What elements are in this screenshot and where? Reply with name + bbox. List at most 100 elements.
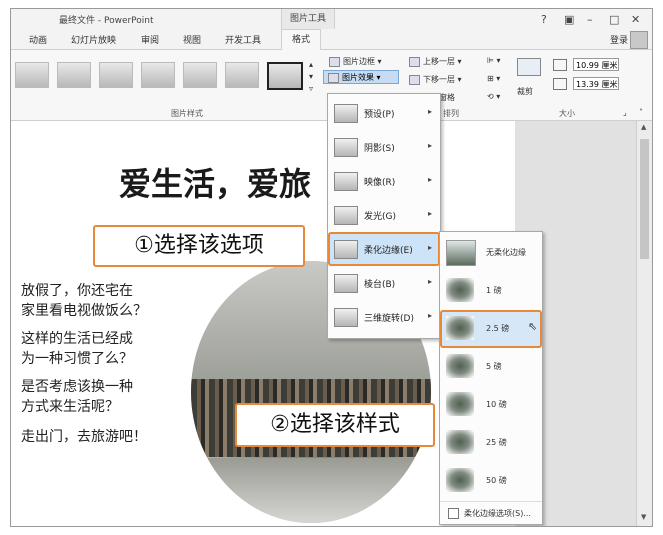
soft-edges-icon [334, 240, 358, 259]
size-dialog-launcher-icon[interactable]: ⌟ [623, 108, 627, 117]
picture-effects-menu: 预设(P) ▸ 阴影(S) ▸ 映像(R) ▸ 发光(G) ▸ 柔化边缘(E) … [327, 93, 441, 339]
slide-text-block-4[interactable]: 走出门，去旅游吧！ [21, 427, 147, 447]
width-input[interactable]: 13.39 厘米 [573, 77, 619, 90]
soft-edge-option-1pt[interactable]: 1 磅 [440, 272, 542, 310]
menu-item-reflection[interactable]: 映像(R) ▸ [328, 164, 440, 198]
menu-item-glow[interactable]: 发光(G) ▸ [328, 198, 440, 232]
vertical-scrollbar[interactable]: ▲ ▼ [636, 121, 652, 526]
rotate-icon[interactable]: ⟲ ▾ [487, 92, 500, 101]
powerpoint-window: 最终文件 - PowerPoint 图片工具 ? ▣ – □ ✕ 动画 幻灯片放… [10, 8, 653, 527]
maximize-button[interactable]: □ [609, 13, 619, 26]
ribbon-tabs: 动画 幻灯片放映 审阅 视图 开发工具 格式 登录 [11, 29, 652, 51]
menu-item-bevel[interactable]: 棱台(B) ▸ [328, 266, 440, 300]
soft-edge-option-50pt[interactable]: 50 磅 [440, 462, 542, 500]
preset-icon [334, 104, 358, 123]
soft-edge-preview [446, 278, 474, 302]
app-title: 最终文件 - PowerPoint [59, 16, 154, 26]
scroll-up-icon[interactable]: ▲ [641, 123, 646, 131]
tab-format[interactable]: 格式 [281, 29, 322, 51]
picture-style-thumb-selected[interactable] [267, 62, 303, 90]
crop-icon [517, 58, 541, 76]
size-group-label: 大小 [559, 109, 575, 118]
soft-edge-option-5pt[interactable]: 5 磅 [440, 348, 542, 386]
soft-edge-option-10pt[interactable]: 10 磅 [440, 386, 542, 424]
soft-edge-preview [446, 354, 474, 378]
help-button[interactable]: ? [541, 13, 547, 26]
send-backward-icon [409, 74, 420, 85]
ribbon-display-button[interactable]: ▣ [564, 13, 574, 26]
picture-style-thumb[interactable] [141, 62, 175, 88]
chevron-right-icon: ▸ [427, 311, 432, 320]
slide-text-block-2[interactable]: 这样的生活已经成 为一种习惯了么？ [21, 329, 133, 369]
callout-step1: ①选择该选项 [93, 225, 305, 267]
tab-slideshow[interactable]: 幻灯片放映 [71, 33, 116, 46]
picture-border-icon [329, 56, 340, 67]
title-bar: 最终文件 - PowerPoint 图片工具 ? ▣ – □ ✕ [11, 9, 652, 29]
selection-pane-button[interactable]: 窗格 [439, 92, 455, 103]
picture-effects-button[interactable]: 图片效果 ▾ [323, 70, 399, 84]
scroll-down-icon[interactable]: ▼ [641, 513, 646, 521]
gallery-scroll-down-icon[interactable]: ▾ [309, 72, 313, 81]
soft-edge-preview [446, 392, 474, 416]
shadow-icon [334, 138, 358, 157]
gallery-scroll-up-icon[interactable]: ▴ [309, 60, 313, 69]
bevel-icon [334, 274, 358, 293]
chevron-right-icon: ▸ [427, 141, 432, 150]
reflection-icon [334, 172, 358, 191]
chevron-right-icon: ▸ [427, 175, 432, 184]
gallery-more-icon[interactable]: ▿ [309, 84, 313, 93]
soft-edge-preview [446, 316, 474, 340]
picture-styles-group-label: 图片样式 [171, 109, 203, 118]
picture-style-thumb[interactable] [183, 62, 217, 88]
login-link[interactable]: 登录 [610, 33, 628, 46]
bring-forward-icon [409, 56, 420, 67]
picture-style-thumb[interactable] [225, 62, 259, 88]
tab-review[interactable]: 审阅 [141, 33, 159, 46]
picture-style-thumb[interactable] [99, 62, 133, 88]
chevron-right-icon: ▸ [427, 107, 432, 116]
tab-animations[interactable]: 动画 [29, 33, 47, 46]
picture-styles-gallery: ▴ ▾ ▿ [11, 56, 317, 96]
crop-button[interactable]: 裁剪 [517, 86, 533, 97]
soft-edge-preview [446, 240, 476, 266]
picture-style-thumb[interactable] [57, 62, 91, 88]
picture-effects-icon [328, 72, 339, 83]
tab-developer[interactable]: 开发工具 [225, 33, 261, 46]
scroll-thumb[interactable] [640, 139, 649, 259]
soft-edge-preview [446, 430, 474, 454]
menu-item-soft-edges[interactable]: 柔化边缘(E) ▸ [328, 232, 440, 266]
soft-edge-options-icon [448, 508, 459, 519]
align-icon[interactable]: ⊫ ▾ [487, 56, 501, 65]
picture-tools-context-label: 图片工具 [281, 9, 335, 29]
height-icon [553, 59, 567, 71]
picture-border-button[interactable]: 图片边框 ▾ [329, 56, 382, 67]
slide-text-block-1[interactable]: 放假了，你还宅在 家里看电视做饭么？ [21, 281, 147, 321]
width-icon [553, 78, 567, 90]
menu-item-3d-rotation[interactable]: 三维旋转(D) ▸ [328, 300, 440, 334]
photo-ground [191, 457, 431, 523]
chevron-right-icon: ▸ [427, 243, 432, 252]
tab-view[interactable]: 视图 [183, 33, 201, 46]
menu-item-preset[interactable]: 预设(P) ▸ [328, 96, 440, 130]
slide-text-block-3[interactable]: 是否考虑该换一种 方式来生活呢？ [21, 377, 133, 417]
avatar[interactable] [630, 31, 648, 49]
height-input[interactable]: 10.99 厘米 [573, 58, 619, 71]
send-backward-button[interactable]: 下移一层 ▾ [409, 74, 462, 85]
collapse-ribbon-icon[interactable]: ˄ [639, 108, 643, 117]
glow-icon [334, 206, 358, 225]
chevron-right-icon: ▸ [427, 277, 432, 286]
soft-edge-option-none[interactable]: 无柔化边缘 [440, 234, 542, 272]
mouse-cursor-icon: ⇖ [528, 320, 538, 333]
soft-edge-option-25pt[interactable]: 25 磅 [440, 424, 542, 462]
soft-edge-options-item[interactable]: 柔化边缘选项(S)... [440, 501, 542, 524]
menu-item-shadow[interactable]: 阴影(S) ▸ [328, 130, 440, 164]
minimize-button[interactable]: – [587, 13, 593, 26]
soft-edges-submenu: 无柔化边缘 1 磅 2.5 磅 ⇖ 5 磅 10 磅 25 磅 50 磅 柔化边… [439, 231, 543, 525]
3d-rotation-icon [334, 308, 358, 327]
bring-forward-button[interactable]: 上移一层 ▾ [409, 56, 462, 67]
group-icon[interactable]: ⊞ ▾ [487, 74, 500, 83]
soft-edge-option-2-5pt[interactable]: 2.5 磅 ⇖ [440, 310, 542, 348]
picture-style-thumb[interactable] [15, 62, 49, 88]
slide-title[interactable]: 爱生活，爱旅 [119, 159, 311, 205]
close-button[interactable]: ✕ [631, 13, 640, 26]
